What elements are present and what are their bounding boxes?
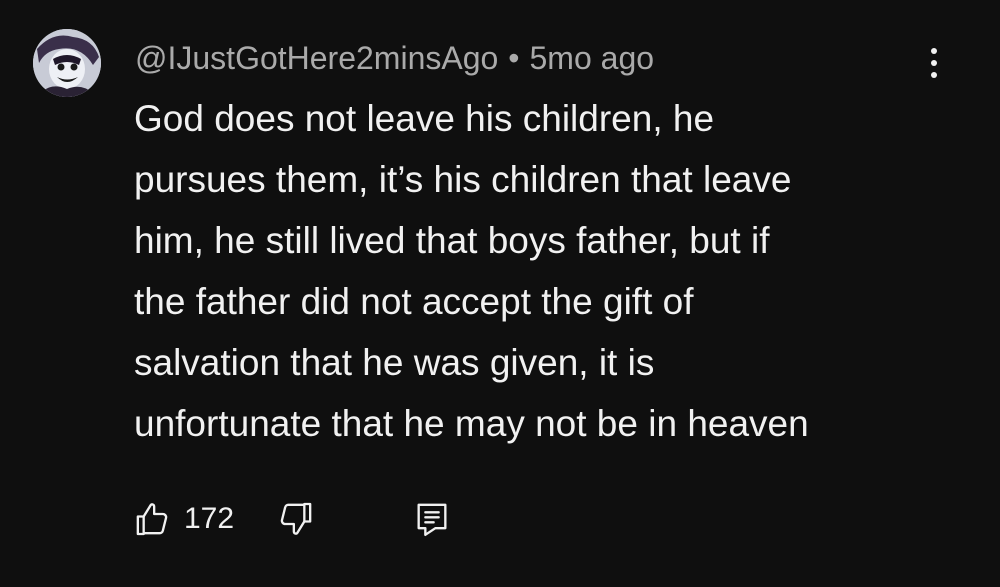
header-separator: • <box>508 39 520 76</box>
comment-text-line: God does not leave his children, he <box>134 98 715 139</box>
like-button[interactable] <box>132 499 172 539</box>
comment-text-line: him, he still lived that boys father, bu… <box>134 220 770 261</box>
comment-text: God does not leave his children, he purs… <box>134 88 934 454</box>
comment-timestamp[interactable]: 5mo ago <box>530 40 655 77</box>
comment-text-line: salvation that he was given, it is <box>134 342 655 383</box>
menu-dot <box>931 60 937 66</box>
menu-dot <box>931 48 937 54</box>
comment-text-line: unfortunate that he may not be in heaven <box>134 403 809 444</box>
thumbs-down-icon <box>280 502 312 535</box>
dislike-button[interactable] <box>276 499 316 539</box>
avatar[interactable] <box>33 29 101 97</box>
comment-actions: 172 <box>132 494 452 544</box>
like-count: 172 <box>184 502 235 535</box>
comment-thread: @IJustGotHere2minsAgo • 5mo ago God does… <box>0 0 1000 587</box>
reply-button[interactable] <box>412 499 452 539</box>
menu-dot <box>931 72 937 78</box>
avatar-image <box>33 29 101 97</box>
comment-text-line: the father did not accept the gift of <box>134 281 694 322</box>
comment-reply-icon <box>417 503 447 536</box>
comment-header: @IJustGotHere2minsAgo • 5mo ago <box>135 34 654 82</box>
comment-text-line: pursues them, it’s his children that lea… <box>134 159 792 200</box>
more-vertical-icon[interactable] <box>914 38 954 88</box>
author-name[interactable]: @IJustGotHere2minsAgo <box>135 40 498 77</box>
thumbs-up-icon <box>136 503 168 536</box>
